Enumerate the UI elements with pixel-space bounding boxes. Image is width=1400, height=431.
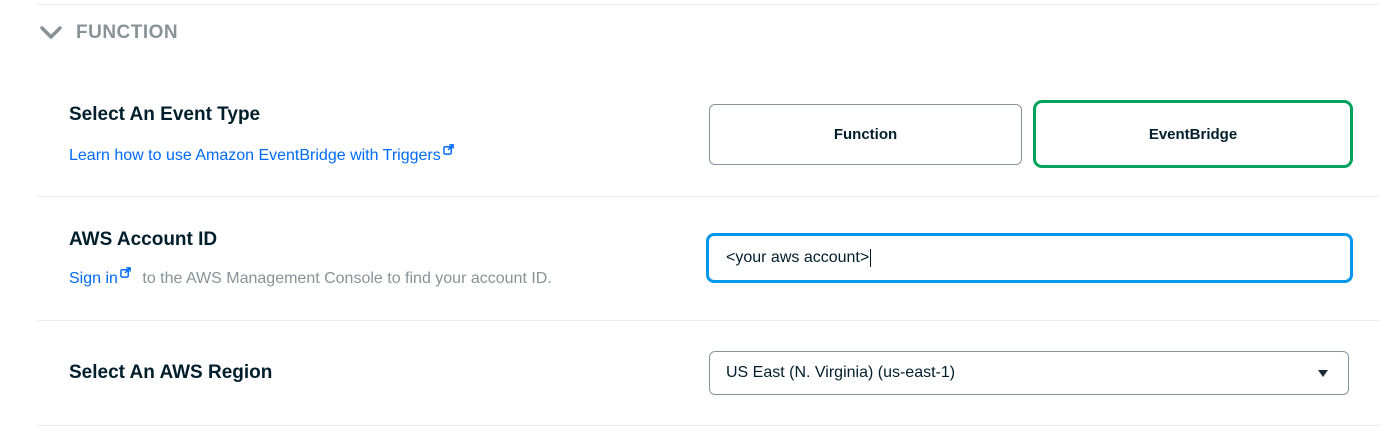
trigger-config-panel: FUNCTION Select An Event Type Learn how … xyxy=(0,0,1400,431)
external-link-icon[interactable] xyxy=(120,267,131,278)
event-type-label: Select An Event Type xyxy=(69,104,261,125)
divider xyxy=(38,425,1380,426)
caret-down-icon[interactable] xyxy=(1318,370,1328,377)
aws-account-id-input[interactable]: <your aws account> xyxy=(706,233,1353,283)
aws-region-value: US East (N. Virginia) (us-east-1) xyxy=(726,364,956,381)
divider xyxy=(38,196,1380,197)
chevron-down-icon[interactable] xyxy=(40,26,62,40)
aws-account-help-text: to the AWS Management Console to find yo… xyxy=(142,270,552,287)
event-type-eventbridge-label: EventBridge xyxy=(1148,125,1238,143)
divider xyxy=(38,320,1380,321)
event-type-function-button[interactable]: Function xyxy=(709,104,1022,165)
event-type-function-label: Function xyxy=(833,126,898,143)
aws-sign-in-link[interactable]: Sign in xyxy=(69,270,118,287)
section-title: FUNCTION xyxy=(76,22,179,43)
aws-account-id-value: <your aws account> xyxy=(726,249,870,266)
aws-region-label: Select An AWS Region xyxy=(69,362,273,383)
section-header-function[interactable]: FUNCTION xyxy=(40,20,178,46)
aws-account-help: Sign in to the AWS Management Console to… xyxy=(69,267,552,288)
event-type-eventbridge-button[interactable]: EventBridge xyxy=(1033,100,1353,168)
divider xyxy=(38,4,1380,5)
aws-region-select[interactable]: US East (N. Virginia) (us-east-1) xyxy=(709,351,1349,395)
text-cursor xyxy=(870,249,872,267)
eventbridge-docs-link[interactable]: Learn how to use Amazon EventBridge with… xyxy=(69,147,441,164)
external-link-icon[interactable] xyxy=(442,144,454,155)
aws-account-label: AWS Account ID xyxy=(69,229,218,250)
event-type-help: Learn how to use Amazon EventBridge with… xyxy=(69,144,454,165)
